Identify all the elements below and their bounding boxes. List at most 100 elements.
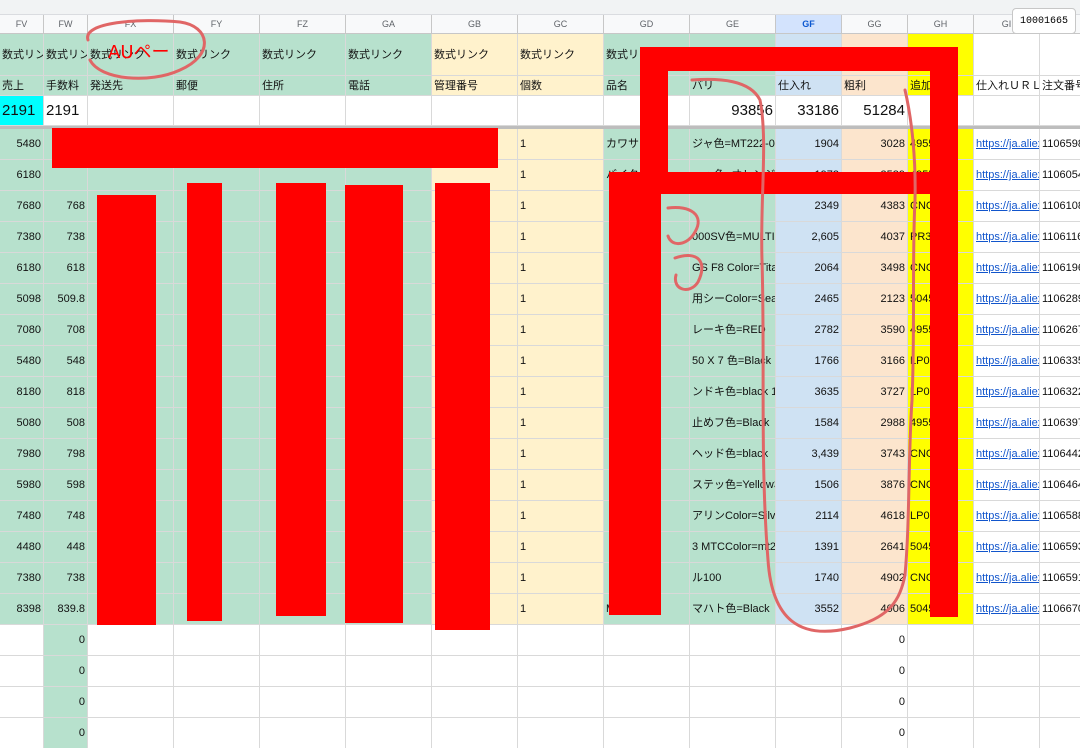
data-cell-gc[interactable]: 1	[518, 377, 604, 408]
data-cell-gb[interactable]	[432, 253, 518, 284]
empty-cell[interactable]	[518, 687, 604, 718]
data-cell-gj[interactable]: 1106108	[1040, 191, 1080, 222]
data-cell-gh[interactable]: CNG	[908, 563, 974, 594]
data-cell-gc[interactable]: 1	[518, 253, 604, 284]
column-header-gh[interactable]: GH	[908, 14, 974, 34]
header-cell-fx[interactable]: 発送先	[88, 76, 174, 96]
data-cell-fy[interactable]	[174, 594, 260, 625]
header-cell-gf[interactable]: 仕入れ	[776, 76, 842, 96]
empty-cell[interactable]	[604, 656, 690, 687]
data-cell-gc[interactable]: 1	[518, 594, 604, 625]
data-cell-ga[interactable]	[346, 377, 432, 408]
data-cell-gf[interactable]: 2064	[776, 253, 842, 284]
data-cell-gf[interactable]: 2782	[776, 315, 842, 346]
data-cell-fx[interactable]	[88, 563, 174, 594]
data-cell-fv[interactable]: 7480	[0, 501, 44, 532]
data-cell-gc[interactable]: 1	[518, 222, 604, 253]
data-cell-fv[interactable]: 5480	[0, 129, 44, 160]
data-cell-fz[interactable]	[260, 439, 346, 470]
data-cell-fy[interactable]	[174, 191, 260, 222]
data-cell-fw[interactable]: 818	[44, 377, 88, 408]
data-cell-fv[interactable]: 6180	[0, 253, 44, 284]
empty-cell[interactable]	[908, 718, 974, 748]
column-header-gb[interactable]: GB	[432, 14, 518, 34]
data-cell-fx[interactable]	[88, 129, 174, 160]
data-cell-gc[interactable]: 1	[518, 501, 604, 532]
data-cell-gd[interactable]: カワサ	[604, 129, 690, 160]
data-cell-ga[interactable]	[346, 315, 432, 346]
data-cell-gg[interactable]: 4383	[842, 191, 908, 222]
empty-cell[interactable]	[776, 625, 842, 656]
empty-cell[interactable]	[604, 625, 690, 656]
empty-cell[interactable]	[1040, 656, 1080, 687]
data-cell-gf[interactable]: 1766	[776, 346, 842, 377]
data-cell-gi[interactable]: https://ja.aliex	[974, 284, 1040, 315]
data-cell-gi[interactable]: https://ja.aliex	[974, 315, 1040, 346]
header-cell-gb[interactable]: 管理番号	[432, 76, 518, 96]
data-cell-fx[interactable]	[88, 408, 174, 439]
data-cell-gg[interactable]: 3727	[842, 377, 908, 408]
formula-link-cell[interactable]	[842, 34, 908, 76]
data-cell-gj[interactable]: 1106116	[1040, 222, 1080, 253]
data-cell-gh[interactable]: PR3	[908, 222, 974, 253]
data-cell-gd[interactable]	[604, 501, 690, 532]
data-cell-fv[interactable]: 7980	[0, 439, 44, 470]
data-cell-ga[interactable]	[346, 563, 432, 594]
empty-cell[interactable]	[604, 687, 690, 718]
empty-cell[interactable]	[174, 656, 260, 687]
data-cell-fw[interactable]: 618	[44, 253, 88, 284]
data-cell-gh[interactable]: 5045	[908, 284, 974, 315]
column-header-gg[interactable]: GG	[842, 14, 908, 34]
data-cell-fz[interactable]	[260, 408, 346, 439]
header-cell-ge[interactable]: バリ	[690, 76, 776, 96]
empty-cell[interactable]: 0	[44, 656, 88, 687]
data-cell-ge[interactable]: マハト色=Black	[690, 594, 776, 625]
empty-cell[interactable]	[1040, 718, 1080, 748]
data-cell-gh[interactable]: 5045	[908, 594, 974, 625]
empty-cell[interactable]	[174, 718, 260, 748]
data-cell-fv[interactable]: 7380	[0, 222, 44, 253]
data-cell-ge[interactable]: ステッ色=Yellow3	[690, 470, 776, 501]
data-cell-gj[interactable]: 1106588	[1040, 501, 1080, 532]
data-cell-ge[interactable]: 000SV色=MULTI	[690, 222, 776, 253]
empty-cell[interactable]: 0	[44, 687, 88, 718]
data-cell-gh[interactable]: CNG	[908, 439, 974, 470]
data-cell-gb[interactable]	[432, 284, 518, 315]
empty-cell[interactable]	[0, 687, 44, 718]
data-cell-gd[interactable]	[604, 470, 690, 501]
empty-cell[interactable]: 0	[44, 718, 88, 748]
column-header-ga[interactable]: GA	[346, 14, 432, 34]
empty-cell[interactable]	[88, 718, 174, 748]
data-cell-gg[interactable]: 3743	[842, 439, 908, 470]
header-cell-fv[interactable]: 売上	[0, 76, 44, 96]
header-cell-fz[interactable]: 住所	[260, 76, 346, 96]
data-cell-fy[interactable]	[174, 408, 260, 439]
data-cell-gi[interactable]: https://ja.aliex	[974, 408, 1040, 439]
header-cell-gd[interactable]: 品名	[604, 76, 690, 96]
data-cell-fy[interactable]	[174, 346, 260, 377]
formula-link-cell[interactable]: 数式リン	[604, 34, 690, 76]
formula-link-cell[interactable]: 数式リン	[44, 34, 88, 76]
data-cell-gj[interactable]: 1106598	[1040, 129, 1080, 160]
empty-cell[interactable]	[260, 656, 346, 687]
empty-cell[interactable]	[0, 718, 44, 748]
data-cell-fx[interactable]	[88, 191, 174, 222]
data-cell-gf[interactable]: 1391	[776, 532, 842, 563]
data-cell-gc[interactable]: 1	[518, 346, 604, 377]
data-cell-gg[interactable]: 4037	[842, 222, 908, 253]
data-cell-gf[interactable]: 2465	[776, 284, 842, 315]
data-cell-gf[interactable]: 3552	[776, 594, 842, 625]
data-cell-fw[interactable]: 508	[44, 408, 88, 439]
data-cell-ge[interactable]: ジャ色=MT222-006-ZX	[690, 129, 776, 160]
empty-cell[interactable]	[432, 687, 518, 718]
data-cell-fv[interactable]: 5080	[0, 408, 44, 439]
data-cell-gb[interactable]	[432, 129, 518, 160]
data-cell-fy[interactable]	[174, 470, 260, 501]
data-cell-gj[interactable]: 1106397	[1040, 408, 1080, 439]
data-cell-fw[interactable]: 738	[44, 563, 88, 594]
empty-cell[interactable]	[88, 625, 174, 656]
data-cell-gf[interactable]: 1506	[776, 470, 842, 501]
data-cell-gi[interactable]: https://ja.aliex	[974, 253, 1040, 284]
data-cell-fx[interactable]	[88, 470, 174, 501]
empty-cell[interactable]	[604, 718, 690, 748]
